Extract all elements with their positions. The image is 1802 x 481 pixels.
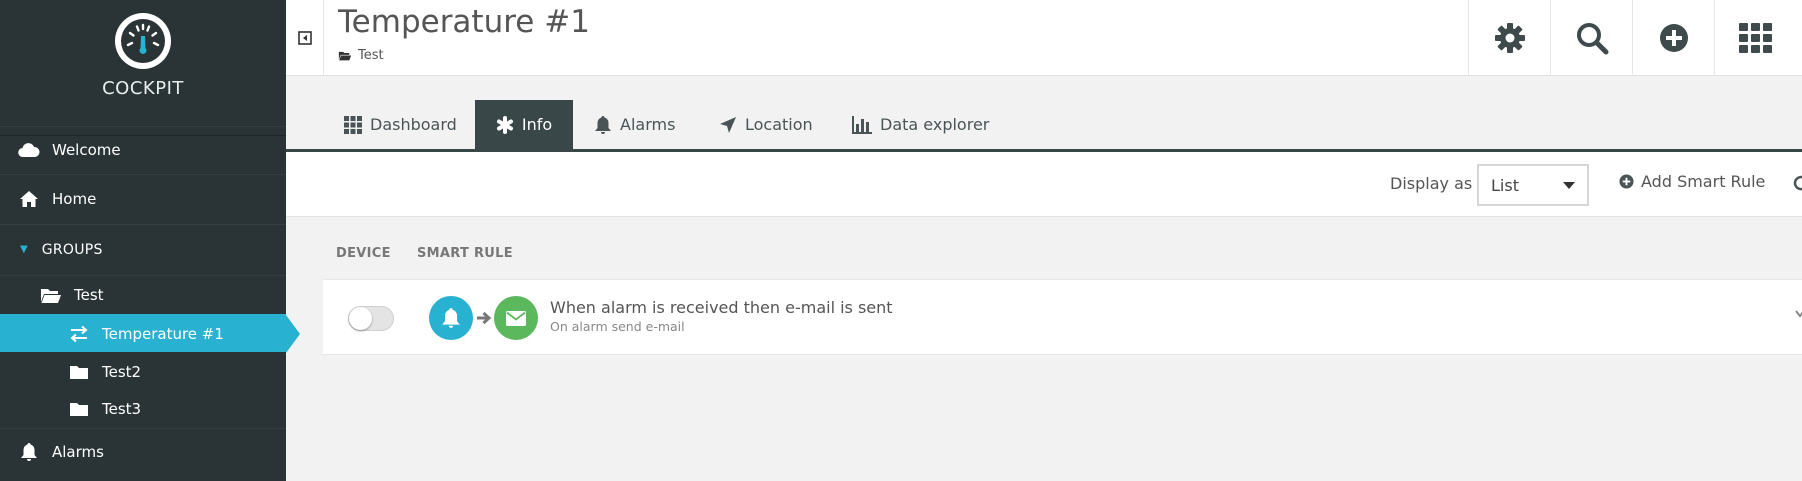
page-title: Temperature #1: [338, 4, 590, 40]
bar-chart-icon: [852, 115, 872, 134]
add-button[interactable]: [1632, 0, 1714, 76]
tab-label: Location: [745, 115, 813, 134]
column-header-device: DEVICE: [336, 246, 391, 261]
column-header-smart-rule[interactable]: SMART RULE: [417, 246, 513, 261]
arrow-right-icon: [477, 311, 492, 325]
location-arrow-icon: [720, 116, 736, 133]
folder-open-icon: [40, 284, 62, 306]
breadcrumb[interactable]: Test: [338, 48, 384, 63]
add-circle-icon: [1619, 174, 1634, 189]
display-as-label: Display as: [1390, 174, 1473, 193]
sidebar-item-welcome[interactable]: Welcome: [0, 126, 286, 173]
sidebar-item-label: Welcome: [52, 141, 121, 159]
add-smart-rule-button[interactable]: Add Smart Rule: [1619, 172, 1765, 191]
sidebar-item-groups[interactable]: ▼ GROUPS: [0, 224, 286, 274]
refresh-icon: [1793, 175, 1802, 191]
brand: COCKPIT: [0, 12, 286, 136]
rule-enabled-toggle[interactable]: [348, 306, 394, 331]
collapse-left-icon: [297, 31, 312, 45]
tab-dashboard[interactable]: Dashboard: [334, 100, 467, 149]
sidebar-item-alarms[interactable]: Alarms: [0, 428, 286, 475]
sidebar-item-label: Test2: [102, 362, 142, 381]
folder-open-icon: [338, 51, 352, 61]
bell-icon: [18, 441, 40, 463]
chevron-down-icon[interactable]: [1795, 310, 1802, 318]
add-smart-rule-label: Add Smart Rule: [1641, 172, 1766, 191]
sidebar-item-label: Temperature #1: [102, 324, 224, 343]
exchange-icon: [68, 323, 90, 345]
folder-icon: [68, 361, 90, 383]
bell-icon: [595, 115, 611, 134]
tab-data-explorer[interactable]: Data explorer: [842, 100, 999, 149]
cockpit-logo-icon: [115, 13, 171, 69]
tab-label: Info: [521, 115, 553, 134]
sidebar-item-label: Test: [74, 286, 104, 304]
settings-button[interactable]: [1468, 0, 1550, 76]
brand-name: COCKPIT: [102, 78, 184, 99]
header: Temperature #1 Test: [286, 0, 1802, 76]
sidebar-item-temperature-1[interactable]: Temperature #1: [0, 314, 300, 353]
bell-icon: [442, 308, 460, 328]
asterisk-icon: [496, 115, 513, 134]
add-circle-icon: [1659, 24, 1688, 52]
breadcrumb-label: Test: [358, 48, 384, 63]
envelope-icon: [506, 310, 526, 326]
tab-label: Alarms: [620, 115, 676, 134]
refresh-button[interactable]: [1792, 174, 1802, 196]
toolbar: Display as List Add Smart Rule: [286, 152, 1802, 217]
tab-bar: Dashboard Info Alarms Location Data expl…: [286, 100, 1802, 152]
app-grid-icon: [1738, 23, 1772, 53]
app-switcher-button[interactable]: [1714, 0, 1796, 76]
sidebar-item-test[interactable]: Test: [0, 275, 286, 314]
caret-down-icon: [1563, 181, 1575, 189]
sidebar: COCKPIT Welcome Home ▼ GROUPS Test Tempe…: [0, 0, 300, 481]
alarm-trigger-badge: [429, 296, 473, 340]
tab-location[interactable]: Location: [709, 100, 823, 149]
display-as-value: List: [1491, 175, 1519, 195]
tab-alarms[interactable]: Alarms: [584, 100, 685, 149]
table-row[interactable]: When alarm is received then e-mail is se…: [323, 279, 1802, 355]
cloud-icon: [18, 139, 40, 161]
display-as-select[interactable]: List: [1477, 164, 1589, 206]
sidebar-item-label: GROUPS: [41, 241, 103, 258]
sidebar-item-home[interactable]: Home: [0, 174, 286, 223]
toggle-knob: [349, 307, 372, 330]
collapse-sidebar-button[interactable]: [286, 0, 324, 76]
tab-label: Data explorer: [880, 115, 990, 134]
tab-info[interactable]: Info: [475, 100, 573, 149]
rule-title: When alarm is received then e-mail is se…: [550, 298, 893, 317]
folder-icon: [68, 398, 90, 420]
sidebar-item-test3[interactable]: Test3: [0, 390, 286, 427]
sidebar-item-label: Test3: [102, 399, 142, 418]
caret-down-icon: ▼: [20, 244, 28, 255]
sidebar-item-test2[interactable]: Test2: [0, 353, 286, 390]
settings-gear-icon: [1494, 23, 1525, 53]
email-action-badge: [494, 296, 538, 340]
tab-label: Dashboard: [370, 115, 457, 134]
sidebar-item-label: Home: [52, 190, 97, 208]
home-icon: [18, 188, 40, 210]
search-icon: [1576, 23, 1608, 55]
search-button[interactable]: [1550, 0, 1632, 76]
grid-icon: [344, 115, 362, 134]
rule-description: On alarm send e-mail: [550, 319, 685, 334]
sidebar-item-label: Alarms: [52, 443, 104, 461]
